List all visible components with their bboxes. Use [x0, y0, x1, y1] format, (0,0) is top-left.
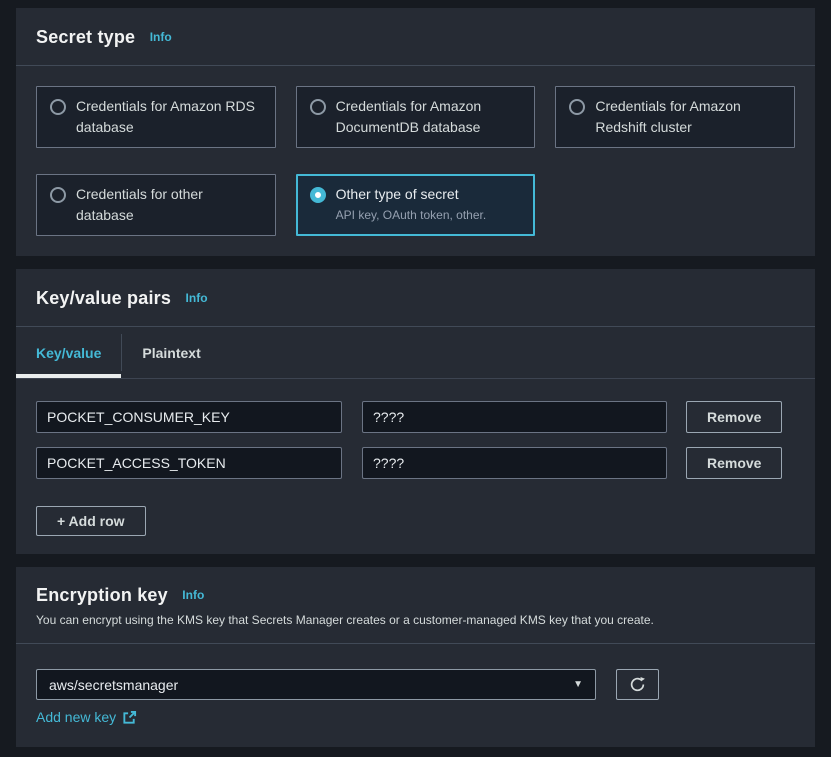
key-value-pairs-header: Key/value pairs Info [16, 269, 815, 326]
key-value-row: Remove [36, 447, 795, 479]
option-label: Other type of secret [336, 186, 459, 202]
key-value-pairs-info-link[interactable]: Info [186, 291, 208, 305]
secret-type-title: Secret type [36, 27, 135, 47]
option-label: Credentials for Amazon RDS database [76, 98, 255, 135]
chevron-down-icon: ▼ [573, 680, 583, 690]
card-text: Credentials for Amazon RDS database [76, 96, 262, 138]
kms-key-select-row: aws/secretsmanager ▼ [36, 669, 795, 700]
radio-button-checked-icon[interactable] [310, 187, 326, 203]
kms-key-selected-value: aws/secretsmanager [49, 677, 178, 693]
option-card-other-secret[interactable]: Other type of secret API key, OAuth toke… [296, 174, 536, 236]
value-input[interactable] [362, 447, 667, 479]
key-value-pairs-section: Key/value pairs Info Key/value Plaintext… [16, 269, 815, 554]
card-text: Other type of secret API key, OAuth toke… [336, 184, 487, 223]
add-new-key-link[interactable]: Add new key [36, 709, 137, 725]
secret-type-info-link[interactable]: Info [150, 30, 172, 44]
option-card-redshift[interactable]: Credentials for Amazon Redshift cluster [555, 86, 795, 148]
encryption-key-description: You can encrypt using the KMS key that S… [36, 613, 795, 628]
key-value-pairs-title: Key/value pairs [36, 288, 171, 308]
tab-key-value[interactable]: Key/value [16, 327, 121, 378]
refresh-keys-button[interactable] [616, 669, 659, 700]
radio-button-icon[interactable] [50, 187, 66, 203]
key-input[interactable] [36, 401, 342, 433]
encryption-key-section: Encryption key Info You can encrypt usin… [16, 567, 815, 747]
remove-row-button[interactable]: Remove [686, 447, 782, 479]
option-label: Credentials for Amazon Redshift cluster [595, 98, 741, 135]
tab-plaintext[interactable]: Plaintext [122, 327, 220, 378]
secret-type-section: Secret type Info Credentials for Amazon … [16, 8, 815, 256]
card-text: Credentials for Amazon Redshift cluster [595, 96, 781, 138]
encryption-key-header: Encryption key Info You can encrypt usin… [16, 567, 815, 643]
encryption-key-content: aws/secretsmanager ▼ Add new key [16, 644, 815, 747]
kms-key-select[interactable]: aws/secretsmanager ▼ [36, 669, 596, 700]
option-card-documentdb[interactable]: Credentials for Amazon DocumentDB databa… [296, 86, 536, 148]
radio-button-icon[interactable] [569, 99, 585, 115]
key-input[interactable] [36, 447, 342, 479]
secret-type-options: Credentials for Amazon RDS database Cred… [16, 66, 815, 256]
option-label: Credentials for other database [76, 186, 203, 223]
remove-row-button[interactable]: Remove [686, 401, 782, 433]
refresh-icon [629, 676, 646, 693]
card-text: Credentials for other database [76, 184, 262, 226]
option-card-other-database[interactable]: Credentials for other database [36, 174, 276, 236]
radio-button-icon[interactable] [310, 99, 326, 115]
encryption-key-title: Encryption key [36, 585, 168, 605]
add-new-key-label: Add new key [36, 709, 116, 725]
key-value-row: Remove [36, 401, 795, 433]
option-card-rds[interactable]: Credentials for Amazon RDS database [36, 86, 276, 148]
encryption-key-info-link[interactable]: Info [182, 588, 204, 602]
external-link-icon [122, 710, 137, 725]
radio-button-icon[interactable] [50, 99, 66, 115]
option-label: Credentials for Amazon DocumentDB databa… [336, 98, 482, 135]
value-input[interactable] [362, 401, 667, 433]
card-text: Credentials for Amazon DocumentDB databa… [336, 96, 522, 138]
option-description: API key, OAuth token, other. [336, 207, 487, 223]
editor-tabs: Key/value Plaintext [16, 327, 815, 379]
key-value-editor: Remove Remove + Add row [16, 379, 815, 554]
secret-type-header: Secret type Info [16, 8, 815, 65]
add-row-button[interactable]: + Add row [36, 506, 146, 536]
